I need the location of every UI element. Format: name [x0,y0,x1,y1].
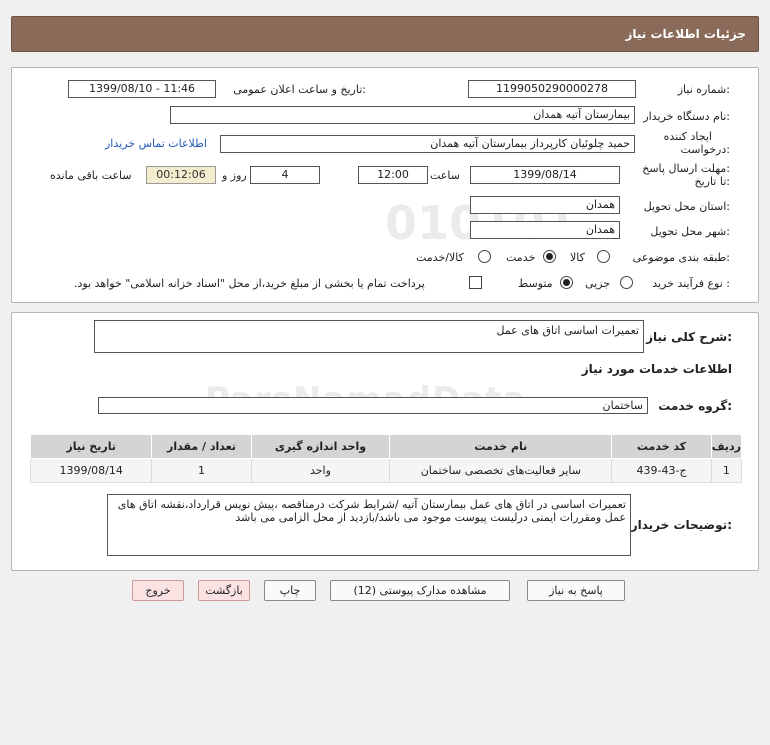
table-header-row: ردیف کد خدمت نام خدمت واحد اندازه گیری ت… [29,434,743,459]
time-remaining-label: ساعت باقی مانده [50,169,132,182]
requester-label-2: درخواست: [680,143,731,156]
treasury-payment-note: پرداخت تمام یا بخشی از مبلغ خرید،از محل … [74,277,425,290]
table-row: 1 ج-43-439 سایر فعالیت‌های تخصصی ساختمان… [29,458,743,483]
exit-button[interactable]: خروج [132,580,184,601]
time-remaining-field: 00:12:06 [146,166,216,184]
category-goods-service-radio[interactable] [478,250,491,263]
services-table-wrap: ردیف کد خدمت نام خدمت واحد اندازه گیری ت… [29,434,743,483]
requester-label-1: ایجاد کننده [663,130,712,143]
cell-code: ج-43-439 [611,458,712,483]
requester-field: حمید چلوئیان کارپرداز بیمارستان آتیه همد… [220,135,635,153]
service-group-field: ساختمان [98,397,648,414]
buyer-org-label: نام دستگاه خریدار: [643,110,730,123]
deadline-time-label: ساعت [430,169,460,182]
city-field: همدان [470,221,620,239]
need-info-panel [11,67,759,303]
services-info-title: اطلاعات خدمات مورد نیاز [581,362,732,376]
col-unit-header: واحد اندازه گیری [250,434,391,459]
process-medium-label: متوسط [518,277,553,290]
announce-datetime-field: 1399/08/10 - 11:46 [68,80,216,98]
category-goods-service-label: کالا/خدمت [416,251,464,264]
province-label: استان محل تحویل: [643,200,730,213]
buyer-contact-link[interactable]: اطلاعات تماس خریدار [105,137,207,150]
process-medium-radio[interactable] [560,276,573,289]
category-goods-radio[interactable] [597,250,610,263]
buyer-notes-label: توضیحات خریدار: [630,518,732,532]
category-label: طبقه بندی موضوعی: [632,251,730,264]
province-field: همدان [470,196,620,214]
col-date-header: تاریخ نیاز [29,434,153,459]
deadline-date-field: 1399/08/14 [470,166,620,184]
process-minor-label: جزیی [585,277,611,290]
reply-button[interactable]: پاسخ به نیاز [527,580,625,601]
deadline-label-2: تا تاریخ: [694,175,730,188]
col-name-header: نام خدمت [389,434,613,459]
cell-date: 1399/08/14 [29,458,153,483]
announce-datetime-label: تاریخ و ساعت اعلان عمومی: [233,83,366,96]
page-header: جزئیات اطلاعات نیاز [11,16,759,52]
days-remaining-field: 4 [250,166,320,184]
back-button[interactable]: بازگشت [198,580,250,601]
need-number-field: 1199050290000278 [468,80,636,98]
col-code-header: کد خدمت [611,434,712,459]
purchase-process-label: نوع فرآیند خرید : [652,277,730,290]
category-goods-label: کالا [570,251,585,264]
general-desc-field: تعمیرات اساسی اتاق های عمل [94,320,644,353]
service-group-label: گروه خدمت: [658,399,732,413]
page-title: جزئیات اطلاعات نیاز [625,27,746,41]
cell-qty: 1 [151,458,252,483]
process-minor-radio[interactable] [620,276,633,289]
col-qty-header: تعداد / مقدار [151,434,252,459]
deadline-time-field: 12:00 [358,166,428,184]
general-desc-label: شرح کلی نیاز: [646,330,732,344]
category-service-label: خدمت [506,251,536,264]
days-label: روز و [222,169,247,182]
category-service-radio[interactable] [543,250,556,263]
cell-row: 1 [710,458,743,483]
cell-unit: واحد [250,458,391,483]
attachments-button[interactable]: مشاهده مدارک پیوستی (12) [330,580,510,601]
buyer-org-field: بیمارستان آتیه همدان [170,106,635,124]
services-table: ردیف کد خدمت نام خدمت واحد اندازه گیری ت… [29,434,743,483]
col-row-header: ردیف [710,434,743,459]
buyer-notes-field: تعمیرات اساسی در اتاق های عمل بیمارستان … [107,494,631,556]
need-number-label: شماره نیاز: [677,83,730,96]
city-label: شهر محل تحویل: [650,225,730,238]
cell-name: سایر فعالیت‌های تخصصی ساختمان [389,458,613,483]
deadline-label-1: مهلت ارسال پاسخ: [642,162,730,175]
print-button[interactable]: چاپ [264,580,316,601]
treasury-payment-checkbox[interactable] [469,276,482,289]
